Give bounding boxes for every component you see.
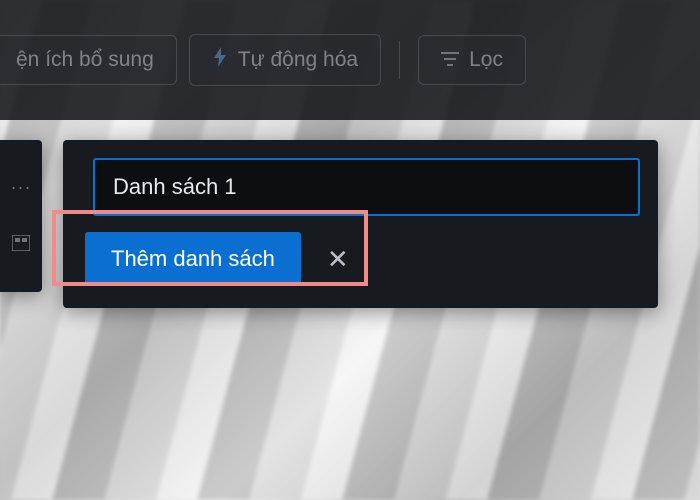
automation-button[interactable]: Tự động hóa: [189, 34, 381, 86]
addon-label: ện ích bổ sung: [16, 48, 154, 72]
close-icon[interactable]: ✕: [319, 240, 357, 279]
template-icon[interactable]: [12, 235, 30, 256]
filter-icon: [441, 48, 459, 72]
add-list-button[interactable]: Thêm danh sách: [85, 232, 301, 286]
more-icon[interactable]: ···: [11, 177, 32, 198]
action-row: Thêm danh sách ✕: [85, 232, 640, 286]
toolbar-divider: [399, 41, 400, 79]
filter-label: Lọc: [469, 48, 503, 72]
automation-label: Tự động hóa: [238, 48, 358, 72]
toolbar: ện ích bổ sung Tự động hóa Lọc: [0, 0, 700, 120]
list-name-input[interactable]: [93, 158, 640, 216]
add-list-panel: Thêm danh sách ✕: [63, 140, 658, 308]
side-panel: ···: [0, 140, 42, 292]
addon-button[interactable]: ện ích bổ sung: [0, 35, 177, 85]
filter-button[interactable]: Lọc: [418, 35, 526, 85]
bolt-icon: [212, 47, 228, 73]
